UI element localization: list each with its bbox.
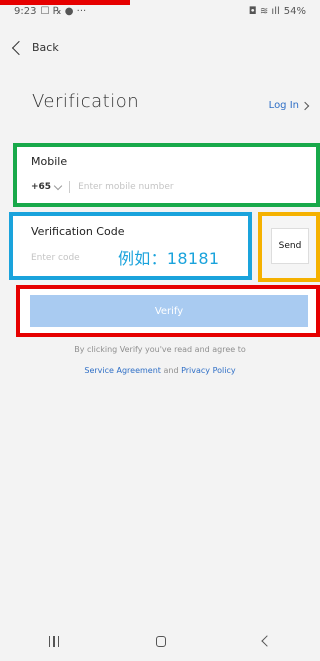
page-title: Verification xyxy=(32,91,140,112)
terms-text: By clicking Verify you've read and agree… xyxy=(74,345,246,354)
code-example-annotation: 例如：18181 xyxy=(118,249,220,268)
back-nav[interactable]: Back xyxy=(0,36,320,58)
divider xyxy=(69,181,71,193)
notification-icons: ☐ ℞ ● ··· xyxy=(40,5,87,17)
signal-icons: ◘ ≋ ıll xyxy=(248,5,280,17)
back-icon[interactable] xyxy=(261,635,274,647)
home-icon[interactable] xyxy=(156,635,167,647)
country-code-select[interactable]: +65 xyxy=(31,182,51,192)
verification-code-input[interactable]: Enter code xyxy=(31,253,80,263)
verification-code-section: Verification Code Enter code 例如：18181 xyxy=(9,212,252,280)
service-agreement-link[interactable]: Service Agreement xyxy=(84,366,161,375)
status-bar: 9:23 ☐ ℞ ● ··· ◘ ≋ ıll 54% xyxy=(0,0,320,22)
mobile-section: Mobile +65 Enter mobile number xyxy=(13,143,320,207)
terms-and: and xyxy=(163,366,179,375)
chevron-right-icon xyxy=(300,101,310,110)
login-label: Log In xyxy=(268,100,299,111)
battery-level: 54% xyxy=(283,5,306,17)
system-nav-bar xyxy=(0,621,320,661)
terms-links: Service Agreement and Privacy Policy xyxy=(0,366,320,375)
back-label: Back xyxy=(32,40,59,54)
send-section: Send xyxy=(258,212,320,282)
login-link[interactable]: Log In xyxy=(268,100,310,111)
privacy-policy-link[interactable]: Privacy Policy xyxy=(181,366,236,375)
mobile-number-input[interactable]: Enter mobile number xyxy=(78,182,174,192)
verify-button[interactable]: Verify xyxy=(30,295,308,327)
status-time: 9:23 xyxy=(14,5,37,17)
chevron-left-icon xyxy=(11,40,27,55)
send-code-button[interactable]: Send xyxy=(271,228,309,264)
chevron-down-icon[interactable] xyxy=(53,181,63,190)
mobile-label: Mobile xyxy=(31,155,68,168)
verify-section: Verify xyxy=(16,285,320,337)
mobile-input-row: +65 Enter mobile number xyxy=(31,181,174,193)
verification-code-label: Verification Code xyxy=(31,225,125,238)
recent-apps-icon[interactable] xyxy=(48,635,60,647)
